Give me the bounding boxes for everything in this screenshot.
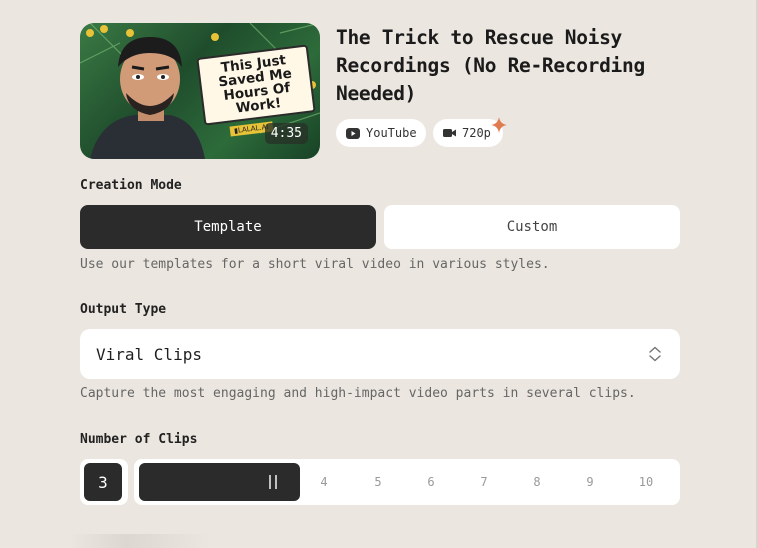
mode-template-button[interactable]: Template [80,205,376,249]
clip-count-value: 3 [84,463,122,501]
slider-tick: 8 [533,475,541,489]
video-camera-icon [443,128,456,138]
creation-mode-helper: Use our templates for a short viral vide… [80,257,550,272]
clip-count-display: 3 [80,459,128,505]
slider-tick: 4 [320,475,328,489]
video-title: The Trick to Rescue Noisy Recordings (No… [336,26,645,105]
youtube-icon [346,127,360,139]
thumbnail-caption: This Just Saved Me Hours Of Work! [196,44,316,126]
sparkle-icon [491,117,507,133]
creation-mode-label: Creation Mode [80,178,182,193]
slider-tick: 7 [480,475,488,489]
slider-tick: 10 [638,475,654,489]
video-duration: 4:35 [264,123,308,144]
source-label: YouTube [366,126,417,140]
clip-count-slider[interactable]: 4 5 6 7 8 9 10 [134,459,680,505]
output-type-select[interactable]: Viral Clips [80,329,680,379]
number-of-clips-label: Number of Clips [80,432,198,447]
slider-tick: 9 [586,475,594,489]
scroll-fade [70,534,210,548]
slider-tick: 5 [374,475,382,489]
slider-handle[interactable] [266,474,280,490]
slider-fill [139,463,300,501]
mode-custom-button[interactable]: Custom [384,205,680,249]
output-type-helper: Capture the most engaging and high-impac… [80,386,636,401]
resolution-label: 720p [462,126,491,140]
slider-tick: 6 [427,475,435,489]
output-type-label: Output Type [80,302,167,317]
video-thumbnail[interactable]: This Just Saved Me Hours Of Work! ▮LALAL… [80,23,320,159]
clip-settings-panel: This Just Saved Me Hours Of Work! ▮LALAL… [0,0,758,548]
source-chip: YouTube [336,119,426,147]
chevron-up-down-icon [649,346,661,362]
output-type-value: Viral Clips [96,344,202,364]
